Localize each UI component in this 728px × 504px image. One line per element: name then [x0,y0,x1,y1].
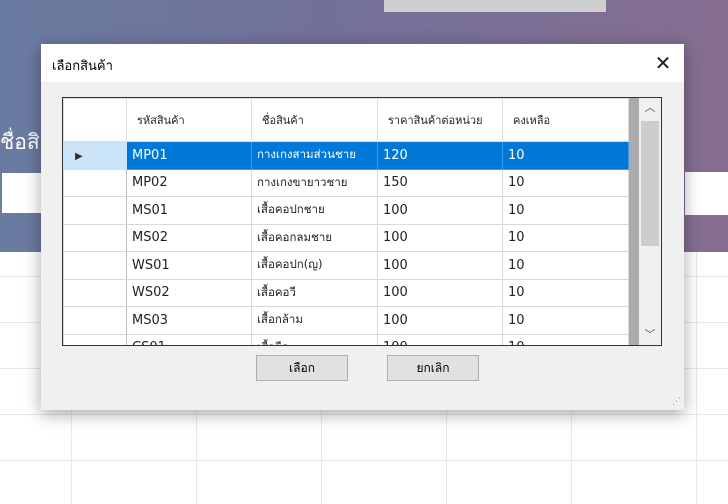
column-header-code[interactable]: รหัสสินค้า [126,98,252,142]
cell-stock[interactable]: 10 [502,223,629,252]
vertical-scrollbar[interactable]: ︿ ﹀ [639,98,661,345]
cell-name[interactable]: เสื้อคอกลมชาย [251,223,378,252]
cell-price[interactable]: 150 [377,168,503,197]
cell-price[interactable]: 100 [377,251,503,280]
background-input-right[interactable] [685,172,728,215]
cell-stock[interactable]: 10 [502,196,629,225]
table-row[interactable]: MS01 เสื้อคอปกชาย 100 10 [63,196,629,225]
row-header[interactable] [63,168,127,197]
row-header[interactable] [63,223,127,252]
cell-price[interactable]: 120 [377,141,503,170]
row-header[interactable] [63,333,127,345]
scrollbar-thumb[interactable] [641,121,659,246]
resize-grip-icon[interactable]: ⋰ [672,397,681,407]
column-header-name[interactable]: ชื่อสินค้า [251,98,378,142]
cell-code[interactable]: WS02 [126,278,252,307]
column-header-price[interactable]: ราคาสินค้าต่อหน่วย [377,98,503,142]
cell-price[interactable]: 100 [377,196,503,225]
current-row-arrow-icon: ▶ [75,150,83,162]
cell-stock[interactable]: 10 [502,306,629,335]
cell-price[interactable]: 100 [377,306,503,335]
row-header[interactable] [63,278,127,307]
column-header-stock[interactable]: คงเหลือ [502,98,629,142]
cell-name[interactable]: กางเกงขายาวชาย [251,168,378,197]
cell-name[interactable]: เสื้อคอปกชาย [251,196,378,225]
cell-code[interactable]: MP02 [126,168,252,197]
scroll-down-icon[interactable]: ﹀ [639,325,661,345]
table-row[interactable]: MP02 กางเกงขายาวชาย 150 10 [63,168,629,197]
select-product-dialog: เลือกสินค้า ✕ รหัสสินค้า ชื่อสินค้า ราคา… [41,44,684,410]
cell-name[interactable]: เสื้อยืด [251,333,378,345]
title-bar: เลือกสินค้า ✕ [41,44,684,82]
cell-code[interactable]: MS01 [126,196,252,225]
dialog-title: เลือกสินค้า [52,59,113,74]
product-table: รหัสสินค้า ชื่อสินค้า ราคาสินค้าต่อหน่วย… [63,98,629,345]
cell-code[interactable]: MS02 [126,223,252,252]
table-row[interactable]: WS02 เสื้อคอวี 100 10 [63,278,629,307]
table-row[interactable]: WS01 เสื้อคอปก(ญ) 100 10 [63,251,629,280]
background-button[interactable] [384,0,606,12]
cell-code[interactable]: MP01 [126,141,252,170]
cell-code[interactable]: WS01 [126,251,252,280]
close-icon[interactable]: ✕ [650,50,676,76]
cell-stock[interactable]: 10 [502,168,629,197]
table-row[interactable]: MS02 เสื้อคอกลมชาย 100 10 [63,223,629,252]
cell-name[interactable]: เสื้อคอปก(ญ) [251,251,378,280]
table-row[interactable]: CS01 เสื้อยืด 100 10 [63,333,629,345]
background-input[interactable] [2,173,42,213]
row-header[interactable] [63,306,127,335]
header-row: รหัสสินค้า ชื่อสินค้า ราคาสินค้าต่อหน่วย… [63,98,629,142]
table-row[interactable]: ▶ MP01 กางเกงสามส่วนชาย 120 10 [63,141,629,170]
cell-price[interactable]: 100 [377,278,503,307]
select-button[interactable]: เลือก [256,355,348,381]
background-label: ชื่อสิ [0,130,40,154]
row-header-corner [63,98,127,142]
cell-stock[interactable]: 10 [502,141,629,170]
cell-name[interactable]: เสื้อคอวี [251,278,378,307]
cell-price[interactable]: 100 [377,333,503,345]
cell-price[interactable]: 100 [377,223,503,252]
row-header[interactable]: ▶ [63,141,127,170]
table-row[interactable]: MS03 เสื้อกล้าม 100 10 [63,306,629,335]
cell-name[interactable]: เสื้อกล้าม [251,306,378,335]
row-header[interactable] [63,251,127,280]
cell-name[interactable]: กางเกงสามส่วนชาย [251,141,378,170]
cell-stock[interactable]: 10 [502,278,629,307]
cell-code[interactable]: CS01 [126,333,252,345]
row-header[interactable] [63,196,127,225]
cell-stock[interactable]: 10 [502,251,629,280]
cancel-button[interactable]: ยกเลิก [387,355,479,381]
product-grid[interactable]: รหัสสินค้า ชื่อสินค้า ราคาสินค้าต่อหน่วย… [62,97,662,346]
cell-code[interactable]: MS03 [126,306,252,335]
cell-stock[interactable]: 10 [502,333,629,345]
scroll-up-icon[interactable]: ︿ [639,98,661,118]
